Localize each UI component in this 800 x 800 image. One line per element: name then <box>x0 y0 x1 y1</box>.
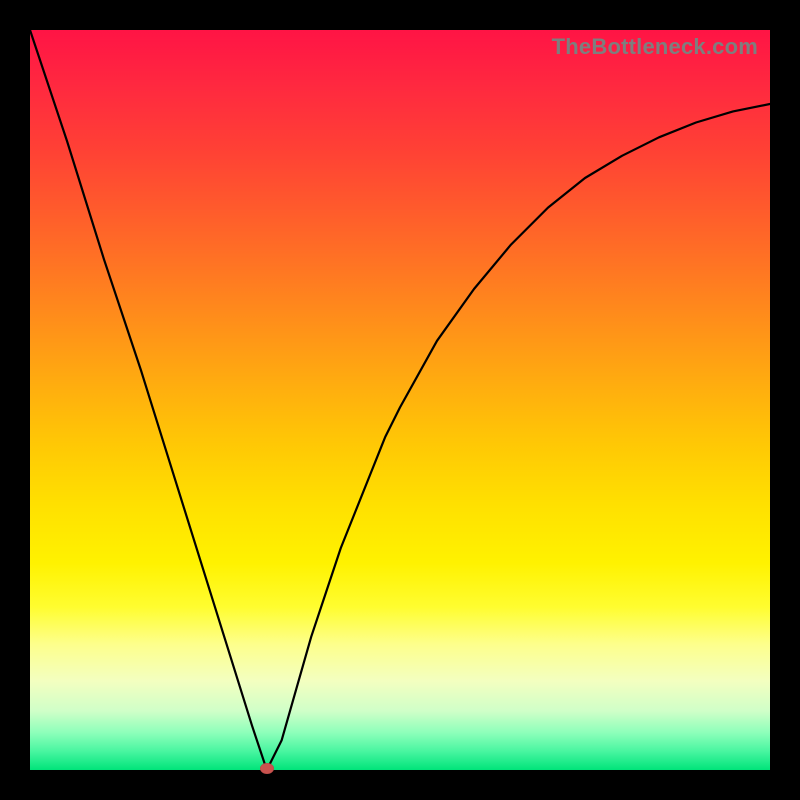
chart-frame: TheBottleneck.com <box>0 0 800 800</box>
optimal-point-marker <box>260 763 274 774</box>
watermark-text: TheBottleneck.com <box>552 34 758 60</box>
bottleneck-curve <box>30 30 770 770</box>
plot-area: TheBottleneck.com <box>30 30 770 770</box>
curve-path <box>30 30 770 770</box>
